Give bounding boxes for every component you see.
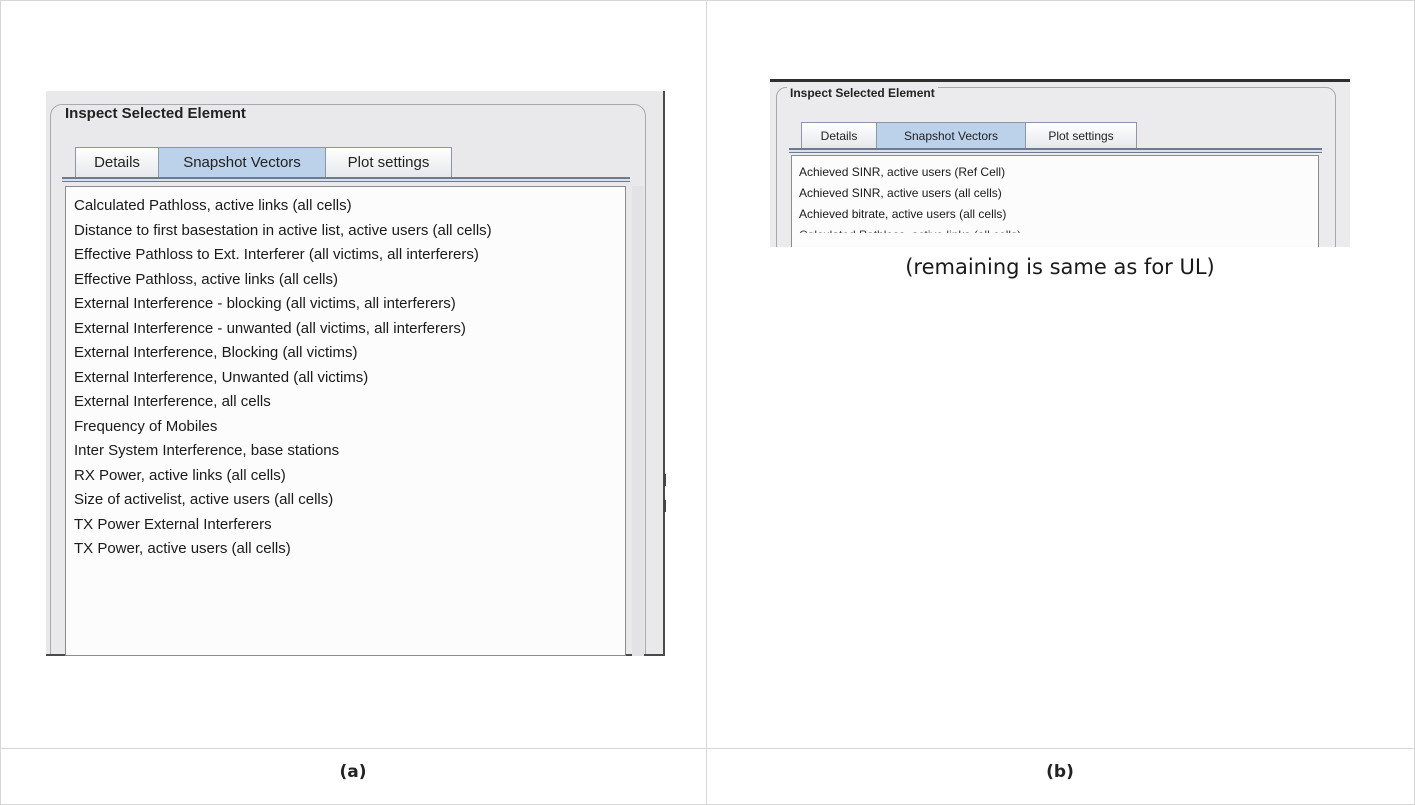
list-item[interactable]: External Interference, Unwanted (all vic… <box>66 366 625 391</box>
snapshot-vectors-list[interactable]: Achieved SINR, active users (Ref Cell) Ac… <box>791 155 1319 247</box>
window-edge-right <box>663 91 665 656</box>
list-item[interactable]: External Interference, all cells <box>66 390 625 415</box>
list-item[interactable]: Calculated Pathloss, active links (all c… <box>792 225 1318 233</box>
edge-tick <box>664 500 666 512</box>
list-item[interactable]: External Interference, Blocking (all vic… <box>66 341 625 366</box>
tab-snapshot-vectors[interactable]: Snapshot Vectors <box>158 147 326 177</box>
list-item[interactable]: Inter System Interference, base stations <box>66 439 625 464</box>
tab-details[interactable]: Details <box>75 147 159 177</box>
list-item[interactable]: Achieved SINR, active users (all cells) <box>792 183 1318 204</box>
list-item[interactable]: RX Power, active links (all cells) <box>66 464 625 489</box>
list-item[interactable]: External Interference - blocking (all vi… <box>66 292 625 317</box>
snapshot-vectors-list[interactable]: Calculated Pathloss, active links (all c… <box>65 186 626 656</box>
tab-snapshot-vectors[interactable]: Snapshot Vectors <box>876 122 1026 148</box>
tab-plot-settings[interactable]: Plot settings <box>1025 122 1137 148</box>
tab-bar: Details Snapshot Vectors Plot settings <box>801 122 1137 148</box>
tab-plot-settings[interactable]: Plot settings <box>325 147 452 177</box>
caption-a: (a) <box>339 762 367 782</box>
remaining-note: (remaining is same as for UL) <box>770 247 1350 293</box>
list-item[interactable]: Calculated Pathloss, active links (all c… <box>66 194 625 219</box>
tab-bar: Details Snapshot Vectors Plot settings <box>75 147 452 177</box>
row-divider <box>0 748 1415 749</box>
list-item[interactable]: Effective Pathloss to Ext. Interferer (a… <box>66 243 625 268</box>
column-divider <box>706 0 707 805</box>
list-item[interactable]: Frequency of Mobiles <box>66 415 625 440</box>
group-title: Inspect Selected Element <box>60 105 251 122</box>
list-item[interactable]: Achieved SINR, active users (Ref Cell) <box>792 162 1318 183</box>
caption-b: (b) <box>1046 762 1074 782</box>
edge-tick <box>664 474 666 486</box>
list-side-gutter <box>632 186 644 656</box>
tab-underline <box>789 148 1322 153</box>
tab-details[interactable]: Details <box>801 122 877 148</box>
list-item[interactable]: Size of activelist, active users (all ce… <box>66 488 625 513</box>
list-item[interactable]: TX Power, active users (all cells) <box>66 537 625 562</box>
group-title: Inspect Selected Element <box>787 86 938 100</box>
list-item[interactable]: Effective Pathloss, active links (all ce… <box>66 268 625 293</box>
list-item[interactable]: Achieved bitrate, active users (all cell… <box>792 204 1318 225</box>
window-edge-top <box>770 79 1350 82</box>
list-item[interactable]: External Interference - unwanted (all vi… <box>66 317 625 342</box>
list-item[interactable]: Distance to first basestation in active … <box>66 219 625 244</box>
tab-underline <box>62 177 630 182</box>
list-item[interactable]: TX Power External Interferers <box>66 513 625 538</box>
